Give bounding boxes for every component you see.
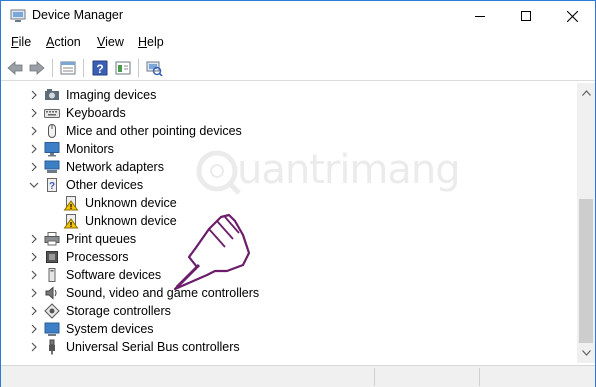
hand-cursor-icon xyxy=(173,213,251,291)
status-bar-segment xyxy=(374,368,375,386)
tree-category-item[interactable]: Keyboards xyxy=(1,104,577,122)
camera-icon xyxy=(45,89,59,100)
tree-item-label: Mice and other pointing devices xyxy=(66,124,242,138)
tree-item-label: Other devices xyxy=(66,178,144,192)
tree-category-item[interactable]: Software devices xyxy=(1,266,577,284)
back-icon xyxy=(7,61,23,75)
chevron-right-icon[interactable] xyxy=(28,89,40,101)
svg-text:?: ? xyxy=(49,181,55,192)
system-device-icon xyxy=(44,322,60,336)
chevron-down-icon[interactable] xyxy=(28,179,40,191)
tree-item-label: System devices xyxy=(66,322,154,336)
watermark-text: uantrimang xyxy=(237,147,461,193)
forward-icon xyxy=(29,61,45,75)
tree-item-label: Keyboards xyxy=(66,106,126,120)
status-bar-segment xyxy=(479,368,480,386)
tree-child-item[interactable]: Unknown device xyxy=(1,212,577,230)
minimize-icon xyxy=(475,16,485,17)
tree-category-item[interactable]: Storage controllers xyxy=(1,302,577,320)
device-manager-window: Device Manager File Action View Help ? I… xyxy=(0,0,596,387)
help-button[interactable]: ? xyxy=(91,59,109,77)
scan-hardware-button[interactable] xyxy=(145,59,163,77)
show-hidden-icon xyxy=(115,61,131,75)
tree-item-label: Print queues xyxy=(66,232,137,246)
menu-file[interactable]: File xyxy=(11,35,31,49)
device-manager-icon xyxy=(10,9,26,23)
chevron-right-icon[interactable] xyxy=(28,125,40,137)
window-title: Device Manager xyxy=(32,8,124,22)
chevron-right-icon[interactable] xyxy=(28,323,40,335)
chevron-right-icon[interactable] xyxy=(28,287,40,299)
chevron-right-icon[interactable] xyxy=(28,161,40,173)
toolbar: ? xyxy=(1,55,595,81)
toolbar-separator xyxy=(52,59,53,77)
mouse-icon xyxy=(48,124,56,138)
menu-action[interactable]: Action xyxy=(46,35,81,49)
device-tree[interactable]: Imaging devices Keyboards Mice and other p… xyxy=(1,83,577,361)
keyboard-icon xyxy=(44,109,60,118)
scroll-up-button[interactable] xyxy=(577,85,595,101)
show-hidden-button[interactable] xyxy=(114,59,132,77)
tree-category-item[interactable]: Processors xyxy=(1,248,577,266)
tree-item-label: Monitors xyxy=(66,142,114,156)
chevron-right-icon[interactable] xyxy=(28,251,40,263)
other-devices-icon: ? xyxy=(47,178,57,192)
tree-category-item[interactable]: Sound, video and game controllers xyxy=(1,284,577,302)
usb-icon xyxy=(49,339,55,355)
minimize-button[interactable] xyxy=(457,1,503,31)
menu-help[interactable]: Help xyxy=(138,35,164,49)
tree-item-label: Universal Serial Bus controllers xyxy=(66,340,240,354)
storage-controller-icon xyxy=(44,303,60,319)
tree-category-item[interactable]: Mice and other pointing devices xyxy=(1,122,577,140)
printer-icon xyxy=(44,232,60,246)
svg-text:?: ? xyxy=(96,62,103,76)
software-device-icon xyxy=(48,268,56,282)
unknown-device-warning-icon xyxy=(63,196,79,211)
tree-item-label: Software devices xyxy=(66,268,162,282)
toolbar-separator xyxy=(138,59,139,77)
tree-category-item[interactable]: Universal Serial Bus controllers xyxy=(1,338,577,356)
unknown-device-warning-icon xyxy=(63,214,79,229)
tree-item-label: Unknown device xyxy=(85,214,177,228)
tree-category-item[interactable]: Imaging devices xyxy=(1,86,577,104)
monitor-icon xyxy=(44,142,60,157)
tree-category-item[interactable]: Print queues xyxy=(1,230,577,248)
network-adapter-icon xyxy=(44,160,60,173)
tree-item-label: Unknown device xyxy=(85,196,177,210)
properties-button[interactable] xyxy=(59,59,77,77)
speaker-icon xyxy=(45,286,57,300)
processor-icon xyxy=(46,251,58,263)
menu-view[interactable]: View xyxy=(97,35,124,49)
chevron-right-icon[interactable] xyxy=(28,233,40,245)
scroll-down-button[interactable] xyxy=(577,345,595,361)
tree-item-label: Processors xyxy=(66,250,129,264)
help-icon: ? xyxy=(92,60,108,76)
scrollbar-thumb[interactable] xyxy=(579,199,593,343)
close-icon xyxy=(566,10,578,22)
chevron-right-icon[interactable] xyxy=(28,269,40,281)
vertical-scrollbar[interactable] xyxy=(577,83,595,363)
chevron-down-icon xyxy=(581,350,591,356)
title-bar[interactable]: Device Manager xyxy=(1,1,595,31)
maximize-button[interactable] xyxy=(503,1,549,31)
close-button[interactable] xyxy=(549,1,595,31)
chevron-right-icon[interactable] xyxy=(28,143,40,155)
forward-button[interactable] xyxy=(28,59,46,77)
chevron-right-icon[interactable] xyxy=(28,305,40,317)
tree-item-label: Imaging devices xyxy=(66,88,157,102)
menu-bar: File Action View Help xyxy=(1,32,595,53)
chevron-up-icon xyxy=(581,90,591,96)
chevron-right-icon[interactable] xyxy=(28,341,40,353)
tree-item-label: Network adapters xyxy=(66,160,164,174)
quantrimang-watermark: uantrimang xyxy=(191,141,461,201)
scan-hardware-icon xyxy=(146,61,163,76)
properties-icon xyxy=(60,61,76,75)
status-bar xyxy=(1,365,595,387)
back-button[interactable] xyxy=(6,59,24,77)
tree-item-label: Storage controllers xyxy=(66,304,171,318)
tree-category-item[interactable]: System devices xyxy=(1,320,577,338)
maximize-icon xyxy=(521,11,531,21)
toolbar-separator xyxy=(83,59,84,77)
chevron-right-icon[interactable] xyxy=(28,107,40,119)
